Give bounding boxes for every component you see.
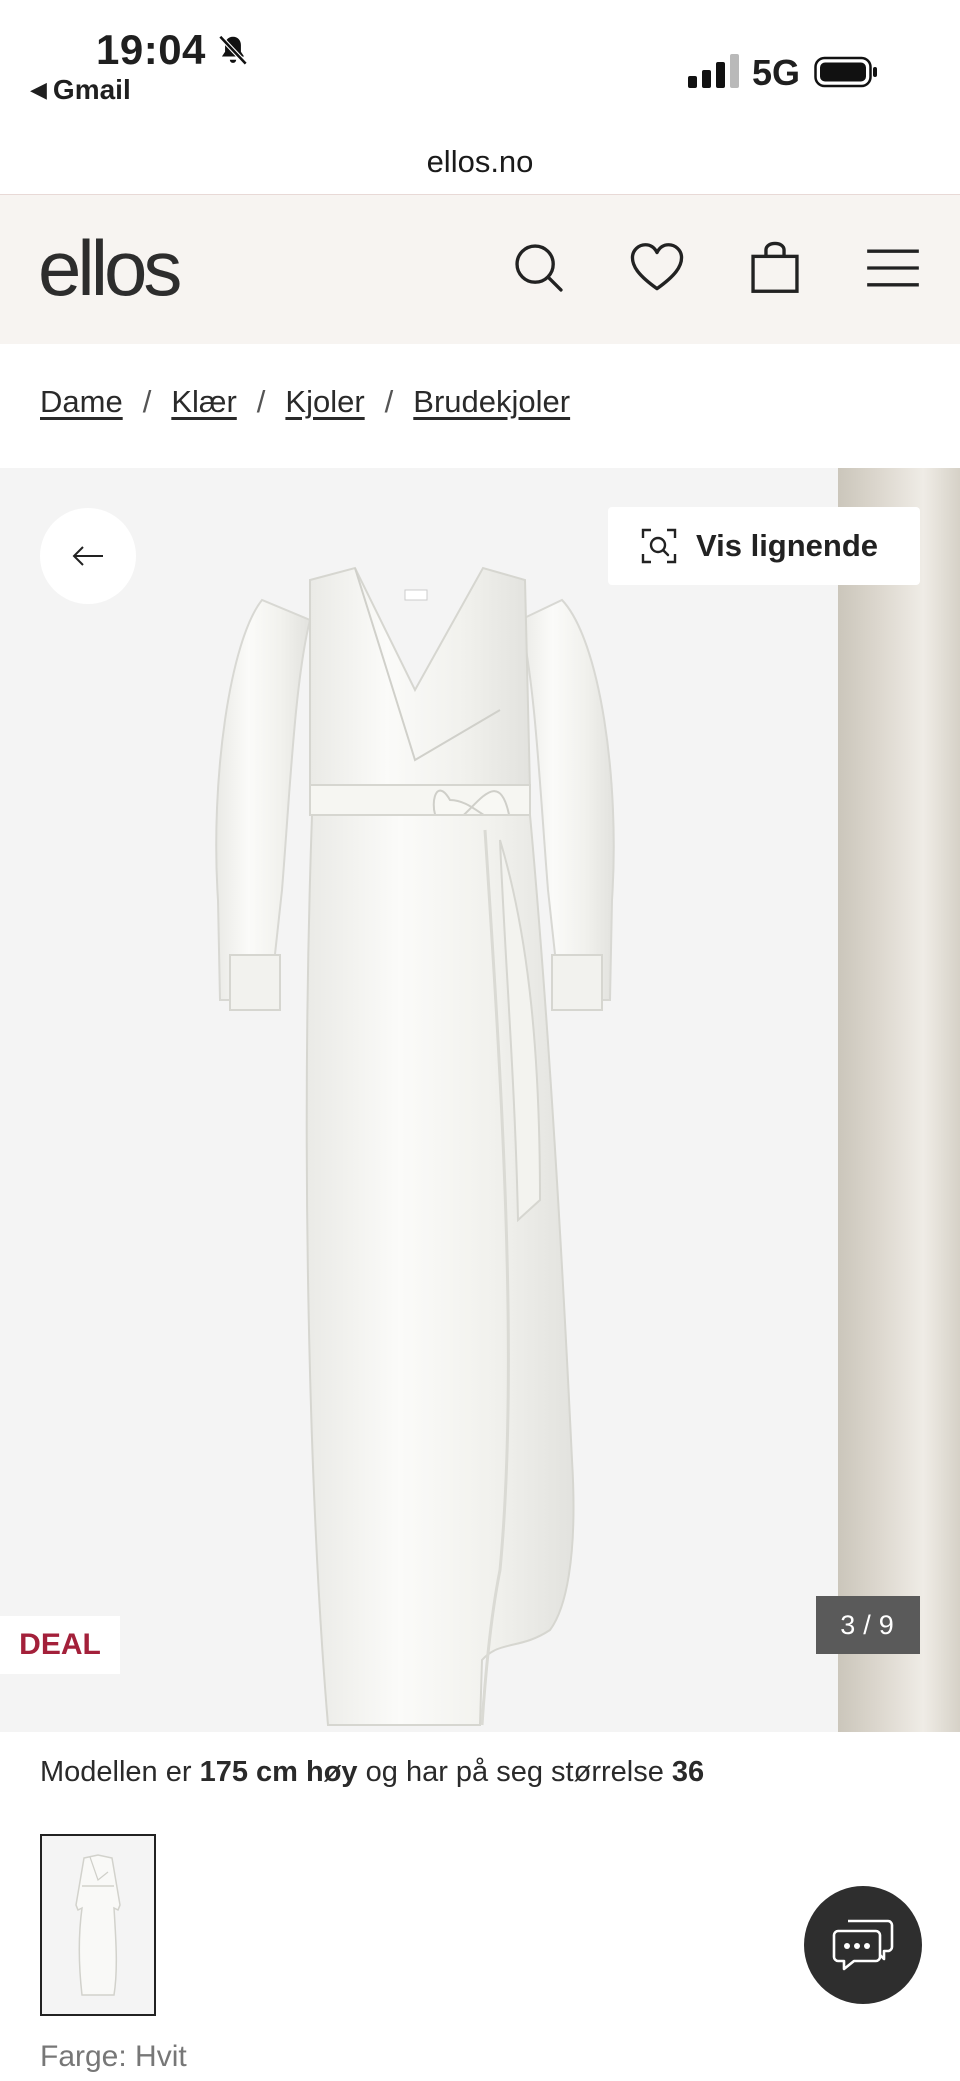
model-info-prefix: Modellen er: [40, 1756, 192, 1788]
show-similar-label: Vis lignende: [696, 528, 879, 563]
breadcrumb-link-brudekjoler[interactable]: Brudekjoler: [413, 384, 570, 420]
breadcrumb-separator: /: [384, 384, 394, 419]
bag-icon[interactable]: [744, 237, 806, 299]
image-counter-current: 3: [840, 1609, 858, 1640]
color-thumbnail[interactable]: [40, 1834, 156, 2016]
heart-icon[interactable]: [626, 237, 688, 299]
model-size: 36: [671, 1756, 705, 1788]
breadcrumb-link-dame[interactable]: Dame: [40, 384, 123, 420]
next-slide-preview[interactable]: [838, 468, 960, 1732]
model-info: Modellen er 175 cm høy og har på seg stø…: [40, 1756, 704, 1789]
site-header: ellos: [0, 194, 960, 344]
back-to-app-link[interactable]: ◀ Gmail: [30, 74, 131, 106]
arrow-left-icon: [72, 546, 103, 566]
menu-icon[interactable]: [862, 237, 924, 299]
image-counter-total: 9: [878, 1609, 896, 1640]
chat-button[interactable]: [804, 1886, 922, 2004]
signal-icon: [688, 52, 739, 88]
breadcrumb-separator: /: [256, 384, 266, 419]
back-app-label: Gmail: [52, 74, 131, 105]
chat-icon: [832, 1919, 894, 1971]
ellos-logo[interactable]: ellos: [38, 223, 182, 314]
deal-badge: DEAL: [0, 1616, 120, 1674]
status-bar: 19:04 ◀ Gmail 5G: [0, 0, 960, 130]
battery-icon: [814, 56, 877, 88]
product-image-gallery[interactable]: Vis lignende DEAL 3 / 9: [0, 468, 960, 1732]
image-counter: 3 / 9: [816, 1596, 920, 1654]
model-info-middle: og har på seg størrelse: [365, 1756, 664, 1788]
thumbnail-dress-image: [75, 1854, 121, 1996]
show-similar-button[interactable]: Vis lignende: [608, 507, 920, 585]
breadcrumb-link-kjoler[interactable]: Kjoler: [285, 384, 364, 420]
network-type: 5G: [752, 52, 801, 93]
back-button[interactable]: [40, 508, 136, 604]
breadcrumb-link-klaer[interactable]: Klær: [171, 384, 236, 420]
product-image-dress: [215, 566, 615, 1726]
breadcrumb-separator: /: [142, 384, 152, 419]
color-label: Farge: Hvit: [40, 2040, 187, 2073]
clock: 19:04: [96, 26, 206, 73]
browser-url-bar[interactable]: ellos.no: [0, 130, 960, 194]
breadcrumb: Dame / Klær / Kjoler / Brudekjoler: [40, 384, 570, 420]
visual-search-icon: [641, 528, 677, 564]
bell-off-icon: [218, 35, 248, 66]
back-triangle-icon: ◀: [30, 77, 47, 102]
model-height: 175 cm høy: [199, 1756, 358, 1788]
search-icon[interactable]: [508, 237, 570, 299]
image-counter-separator: /: [863, 1609, 873, 1640]
